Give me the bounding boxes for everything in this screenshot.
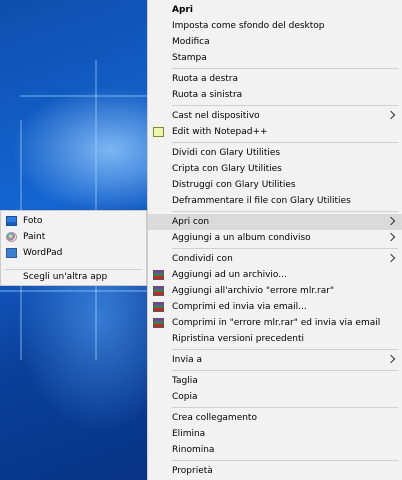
menu-separator [172,105,398,106]
menu-item-label: Rinomina [172,445,215,455]
menu-item-label: Dividi con Glary Utilities [172,148,281,158]
menu-item-comprimi-email[interactable]: Comprimi ed invia via email... [148,299,402,315]
menu-item-label: Edit with Notepad++ [172,127,268,137]
menu-item-label: Comprimi ed invia via email... [172,302,307,312]
submenu-item-scegli-app[interactable]: Scegli un'altra app [1,269,146,285]
submenu-item-paint[interactable]: Paint [1,229,146,245]
menu-item-elimina[interactable]: Elimina [148,426,402,442]
window-logo-beam [20,95,147,97]
menu-item-label: Taglia [172,376,198,386]
menu-item-invia-a[interactable]: Invia a [148,352,402,368]
menu-item-label: Apri con [172,217,210,227]
submenu-item-label: Scegli un'altra app [23,272,108,282]
photos-icon [6,216,17,226]
menu-item-label: Aggiungi ad un archivio... [172,270,287,280]
submenu-item-foto[interactable]: Foto [1,213,146,229]
winrar-icon [153,286,164,296]
chevron-right-icon [386,232,396,242]
paint-icon [6,232,17,242]
menu-item-aggiungi-rar[interactable]: Aggiungi all'archivio "errore mlr.rar" [148,283,402,299]
context-menu: Apri Imposta come sfondo del desktop Mod… [147,0,402,480]
menu-separator [172,248,398,249]
menu-item-rinomina[interactable]: Rinomina [148,442,402,458]
menu-item-cripta-glary[interactable]: Cripta con Glary Utilities [148,161,402,177]
menu-item-label: Elimina [172,429,206,439]
menu-item-ripristina-versioni[interactable]: Ripristina versioni precedenti [148,331,402,347]
menu-item-label: Distruggi con Glary Utilities [172,180,296,190]
chevron-right-icon [386,354,396,364]
menu-item-proprieta[interactable]: Proprietà [148,463,402,479]
menu-item-notepad[interactable]: Edit with Notepad++ [148,124,402,140]
menu-item-taglia[interactable]: Taglia [148,373,402,389]
menu-item-label: Aggiungi all'archivio "errore mlr.rar" [172,286,335,296]
menu-item-label: Copia [172,392,198,402]
menu-item-dividi-glary[interactable]: Dividi con Glary Utilities [148,145,402,161]
menu-item-label: Crea collegamento [172,413,257,423]
menu-separator [172,142,398,143]
menu-item-label: Imposta come sfondo del desktop [172,21,325,31]
menu-item-album-condiviso[interactable]: Aggiungi a un album condiviso [148,230,402,246]
menu-item-comprimi-rar-email[interactable]: Comprimi in "errore mlr.rar" ed invia vi… [148,315,402,331]
submenu-item-label: Paint [23,232,46,242]
winrar-icon [153,270,164,280]
menu-item-copia[interactable]: Copia [148,389,402,405]
menu-item-aggiungi-archivio[interactable]: Aggiungi ad un archivio... [148,267,402,283]
menu-item-label: Stampa [172,53,207,63]
menu-separator [172,68,398,69]
menu-item-apri[interactable]: Apri [148,2,402,18]
winrar-icon [153,302,164,312]
submenu-item-label: Foto [23,216,43,226]
menu-item-label: Ripristina versioni precedenti [172,334,305,344]
menu-separator [172,407,398,408]
menu-item-deframmentare-glary[interactable]: Deframmentare il file con Glary Utilitie… [148,193,402,209]
menu-item-label: Proprietà [172,466,213,476]
menu-item-label: Aggiungi a un album condiviso [172,233,311,243]
menu-item-crea-collegamento[interactable]: Crea collegamento [148,410,402,426]
menu-item-label: Cast nel dispositivo [172,111,260,121]
menu-item-ruota-destra[interactable]: Ruota a destra [148,71,402,87]
menu-item-apri-con[interactable]: Apri con [148,214,402,230]
menu-item-label: Invia a [172,355,203,365]
submenu-item-wordpad[interactable]: WordPad [1,245,146,261]
menu-item-label: Cripta con Glary Utilities [172,164,282,174]
menu-item-label: Apri [172,5,193,15]
window-logo-beam [0,290,147,292]
open-with-submenu: Foto Paint WordPad Scegli un'altra app [0,210,147,286]
menu-item-imposta-sfondo[interactable]: Imposta come sfondo del desktop [148,18,402,34]
wordpad-icon [6,248,17,258]
notepad-plus-plus-icon [153,127,164,137]
menu-separator [172,349,398,350]
menu-item-label: Modifica [172,37,210,47]
submenu-item-label: WordPad [23,248,63,258]
menu-separator [172,211,398,212]
winrar-icon [153,318,164,328]
menu-separator [172,460,398,461]
menu-item-label: Ruota a destra [172,74,239,84]
menu-separator [172,370,398,371]
menu-item-label: Condividi con [172,254,233,264]
menu-item-modifica[interactable]: Modifica [148,34,402,50]
chevron-right-icon [386,216,396,226]
menu-item-stampa[interactable]: Stampa [148,50,402,66]
menu-item-label: Comprimi in "errore mlr.rar" ed invia vi… [172,318,381,328]
menu-item-condividi-con[interactable]: Condividi con [148,251,402,267]
menu-item-label: Deframmentare il file con Glary Utilitie… [172,196,351,206]
menu-item-cast[interactable]: Cast nel dispositivo [148,108,402,124]
menu-item-ruota-sinistra[interactable]: Ruota a sinistra [148,87,402,103]
menu-item-label: Ruota a sinistra [172,90,243,100]
menu-item-distruggi-glary[interactable]: Distruggi con Glary Utilities [148,177,402,193]
chevron-right-icon [386,253,396,263]
chevron-right-icon [386,110,396,120]
